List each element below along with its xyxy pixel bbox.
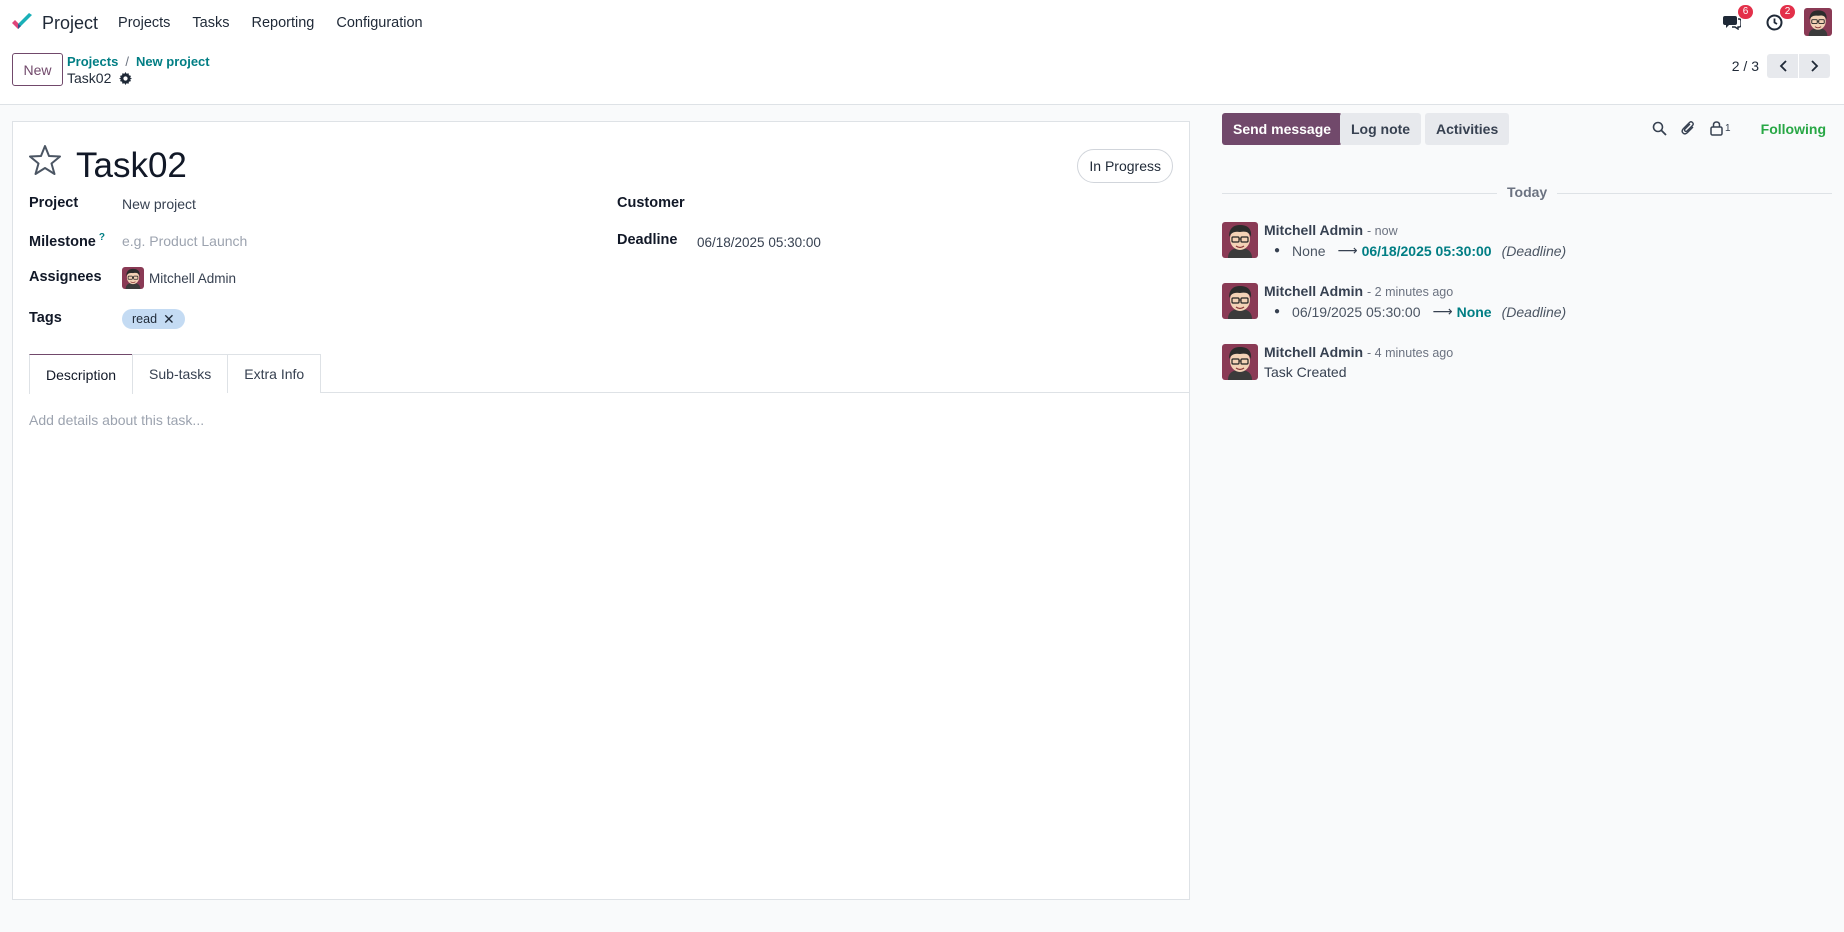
menu-tasks[interactable]: Tasks [192,15,229,31]
task-form-sheet: Task02 In Progress Project New project C… [12,121,1190,900]
control-panel: New Projects / New project Task02 2 / 3 [0,46,1844,105]
gear-icon[interactable] [119,71,133,85]
customer-field[interactable] [697,194,1177,214]
bullet-icon: ● [1274,306,1281,317]
app-brand[interactable]: Project [10,11,118,35]
breadcrumb: Projects / New project [67,54,210,69]
pager: 2 / 3 [1732,54,1830,78]
message-author: Mitchell Admin - now [1264,222,1398,238]
activities-button[interactable]: Activities [1425,113,1510,145]
breadcrumb-new-project[interactable]: New project [136,54,210,69]
date-label: Today [1497,184,1558,200]
close-icon[interactable]: ✕ [163,311,175,328]
chatter-message: Mitchell Admin - now ● None ⟶ 06/18/2025 … [1222,222,1832,262]
message-author: Mitchell Admin - 2 minutes ago [1264,283,1453,299]
chatter-message: Mitchell Admin - 2 minutes ago ● 06/19/20… [1222,283,1832,323]
clock-icon [1766,14,1782,30]
deadline-label: Deadline [617,232,678,248]
description-editor[interactable]: Add details about this task... [29,412,204,428]
project-label: Project [29,195,79,211]
author-avatar[interactable] [1222,344,1258,380]
author-avatar[interactable] [1222,222,1258,258]
message-date: - now [1367,224,1398,238]
assignees-field[interactable]: Mitchell Admin [122,267,236,289]
log-note-button[interactable]: Log note [1340,113,1422,145]
arrow-right-icon: ⟶ [1432,303,1453,319]
followers-count: 1 [1725,122,1731,134]
menu-projects[interactable]: Projects [118,15,170,31]
author-avatar[interactable] [1222,283,1258,319]
notebook-tabs: Description Sub-tasks Extra Info [29,354,1189,394]
chatter-message: Mitchell Admin - 4 minutes ago Task Creat… [1222,344,1832,384]
tracking-value: ● None ⟶ 06/18/2025 05:30:00 (Deadline) [1264,242,1566,259]
menu-configuration[interactable]: Configuration [336,15,422,31]
chevron-right-icon [1810,60,1818,72]
chat-icon [1723,16,1741,30]
message-date: - 4 minutes ago [1367,346,1454,360]
milestone-label: Milestone? [29,232,105,250]
message-date: - 2 minutes ago [1367,285,1454,299]
top-navbar: Project Projects Tasks Reporting Configu… [0,0,1844,46]
tab-extra-info[interactable]: Extra Info [227,354,322,393]
message-body: Task Created [1264,364,1347,380]
tag-badge: read ✕ [122,309,185,329]
following-button[interactable]: Following [1761,121,1826,137]
breadcrumb-projects[interactable]: Projects [67,54,118,69]
search-icon[interactable] [1652,121,1667,136]
followers-button[interactable]: 1 [1710,120,1731,136]
activities-count-badge: 2 [1780,5,1795,19]
author-name[interactable]: Mitchell Admin [1264,222,1363,238]
messages-count-badge: 6 [1738,5,1753,19]
stage-button[interactable]: In Progress [1077,149,1173,183]
arrow-right-icon: ⟶ [1337,242,1358,258]
deadline-field[interactable]: 06/18/2025 05:30:00 [697,235,821,250]
project-app-icon [12,13,32,29]
messages-button[interactable]: 6 [1720,5,1753,34]
tags-label: Tags [29,310,62,326]
author-name[interactable]: Mitchell Admin [1264,344,1363,360]
menu-reporting[interactable]: Reporting [252,15,315,31]
current-record-name: Task02 [67,70,112,86]
old-value: 06/19/2025 05:30:00 [1292,303,1421,320]
star-icon[interactable] [29,144,61,176]
tab-description[interactable]: Description [29,354,134,394]
assignees-label: Assignees [29,269,102,285]
pager-previous-button[interactable] [1767,54,1798,78]
customer-label: Customer [617,195,685,211]
bullet-icon: ● [1274,245,1281,256]
new-button[interactable]: New [12,53,63,86]
chatter-tools: 1 [1652,120,1731,136]
tab-sub-tasks[interactable]: Sub-tasks [132,354,229,393]
breadcrumb-separator: / [125,54,129,69]
pager-value[interactable]: 2 / 3 [1732,58,1759,74]
milestone-help-icon[interactable]: ? [99,232,105,243]
new-value: 06/18/2025 05:30:00 [1361,242,1492,259]
app-name: Project [42,12,99,33]
lock-icon [1710,120,1723,136]
project-field[interactable]: New project [122,196,196,212]
activities-button[interactable]: 2 [1762,5,1795,34]
milestone-field[interactable]: e.g. Product Launch [122,233,247,249]
old-value: None [1292,242,1326,259]
tracked-field-name: (Deadline) [1501,303,1567,320]
paperclip-icon[interactable] [1681,120,1696,136]
tag-label: read [132,312,158,326]
author-name[interactable]: Mitchell Admin [1264,283,1363,299]
assignee-name: Mitchell Admin [149,270,237,286]
assignee-avatar [122,267,144,289]
message-author: Mitchell Admin - 4 minutes ago [1264,344,1453,360]
pager-next-button[interactable] [1799,54,1830,78]
send-message-button[interactable]: Send message [1222,113,1343,145]
chevron-left-icon [1779,60,1787,72]
user-avatar[interactable] [1804,8,1832,36]
milestone-label-text: Milestone [29,233,96,250]
tracked-field-name: (Deadline) [1501,242,1567,259]
task-title[interactable]: Task02 [76,144,187,188]
tracking-value: ● 06/19/2025 05:30:00 ⟶ None (Deadline) [1264,303,1566,320]
current-record: Task02 [67,70,133,86]
new-value: None [1456,303,1492,320]
